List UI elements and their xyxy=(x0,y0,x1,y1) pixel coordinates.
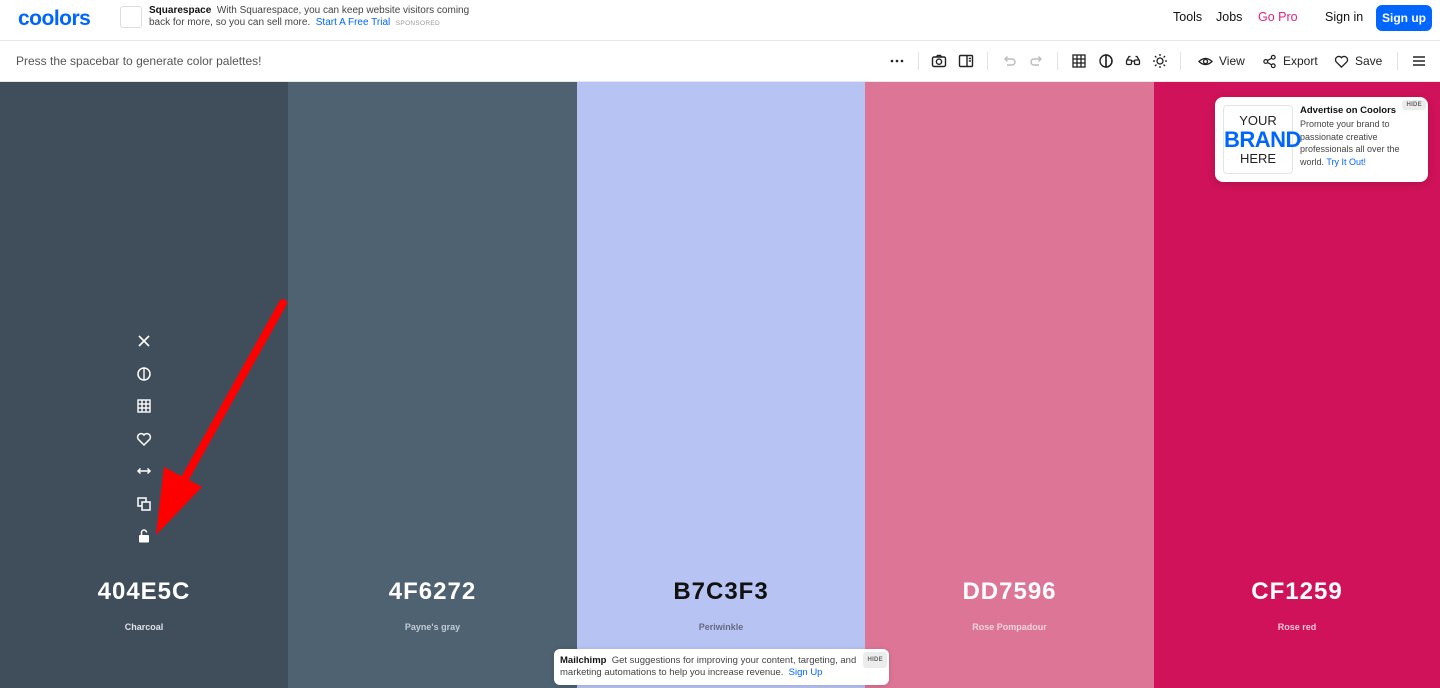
top-sponsored-ad[interactable]: Squarespace With Squarespace, you can ke… xyxy=(149,5,479,30)
ad-thumbnail[interactable] xyxy=(120,6,142,28)
sign-up-button[interactable]: Sign up xyxy=(1376,5,1432,31)
try-it-out-link[interactable]: Try It Out! xyxy=(1326,157,1366,167)
ad-brand: Squarespace xyxy=(149,5,212,16)
spacebar-hint: Press the spacebar to generate color pal… xyxy=(16,54,262,68)
undo-icon[interactable] xyxy=(1001,53,1017,69)
your-brand-image: YOUR BRAND HERE xyxy=(1223,105,1301,174)
color-hex[interactable]: 4F6272 xyxy=(288,578,577,606)
color-name[interactable]: Payne's gray xyxy=(288,622,577,632)
view-button[interactable]: View xyxy=(1198,53,1245,69)
color-name[interactable]: Periwinkle xyxy=(577,622,865,632)
view-label: View xyxy=(1219,54,1245,68)
toolbar-divider xyxy=(1397,52,1398,70)
eye-icon xyxy=(1198,54,1213,69)
brand-line-1: YOUR xyxy=(1239,113,1277,128)
bottom-ad-brand: Mailchimp xyxy=(560,655,607,666)
top-navbar: coolors Squarespace With Squarespace, yo… xyxy=(0,0,1440,41)
brand-line-2: BRAND xyxy=(1224,127,1301,152)
toolbar-divider xyxy=(987,52,988,70)
share-icon xyxy=(1262,54,1277,69)
save-button[interactable]: Save xyxy=(1334,53,1382,69)
close-icon[interactable] xyxy=(135,332,153,350)
column-tools xyxy=(135,332,153,560)
glasses-icon[interactable] xyxy=(1125,53,1141,69)
more-icon[interactable] xyxy=(889,53,905,69)
heart-icon xyxy=(1334,54,1349,69)
ad-card-description: Promote your brand to passionate creativ… xyxy=(1300,118,1422,168)
toolbar-divider xyxy=(1057,52,1058,70)
hide-ad-button[interactable]: HIDE xyxy=(1402,100,1426,110)
copy-icon[interactable] xyxy=(135,495,153,513)
nav-go-pro[interactable]: Go Pro xyxy=(1258,10,1298,24)
ad-card-title: Advertise on Coolors xyxy=(1300,105,1397,116)
advertise-card[interactable]: YOUR BRAND HERE Advertise on Coolors Pro… xyxy=(1215,97,1428,182)
bottom-ad-signup-link[interactable]: Sign Up xyxy=(789,667,823,678)
grid-icon[interactable] xyxy=(135,397,153,415)
generator-toolbar: Press the spacebar to generate color pal… xyxy=(0,41,1440,82)
coolors-logo[interactable]: coolors xyxy=(18,7,91,31)
color-hex[interactable]: DD7596 xyxy=(865,578,1154,606)
nav-jobs[interactable]: Jobs xyxy=(1216,10,1242,24)
color-column[interactable]: B7C3F3 Periwinkle xyxy=(577,82,865,688)
sign-in-link[interactable]: Sign in xyxy=(1325,10,1363,24)
menu-icon[interactable] xyxy=(1411,53,1427,69)
color-hex[interactable]: 404E5C xyxy=(0,578,288,606)
lock-icon[interactable] xyxy=(135,527,153,545)
color-hex[interactable]: B7C3F3 xyxy=(577,578,865,606)
grid-icon[interactable] xyxy=(1071,53,1087,69)
toolbar-divider xyxy=(918,52,919,70)
sun-icon[interactable] xyxy=(1152,53,1168,69)
sidebar-icon[interactable] xyxy=(958,53,974,69)
toolbar-divider xyxy=(1180,52,1181,70)
ad-cta-link[interactable]: Start A Free Trial xyxy=(316,17,390,28)
bottom-ad-banner[interactable]: Mailchimp Get suggestions for improving … xyxy=(554,649,889,685)
color-name[interactable]: Rose red xyxy=(1154,622,1440,632)
color-name[interactable]: Rose Pompadour xyxy=(865,622,1154,632)
export-label: Export xyxy=(1283,54,1318,68)
drag-icon[interactable] xyxy=(135,462,153,480)
hide-bottom-ad-button[interactable]: HIDE xyxy=(863,652,887,668)
contrast-icon[interactable] xyxy=(135,365,153,383)
camera-icon[interactable] xyxy=(931,53,947,69)
contrast-icon[interactable] xyxy=(1098,53,1114,69)
color-hex[interactable]: CF1259 xyxy=(1154,578,1440,606)
save-label: Save xyxy=(1355,54,1383,68)
color-column[interactable]: 4F6272 Payne's gray xyxy=(288,82,577,688)
color-column[interactable]: 404E5C Charcoal xyxy=(0,82,288,688)
sponsored-label: SPONSORED xyxy=(395,20,441,27)
nav-tools[interactable]: Tools xyxy=(1173,10,1202,24)
redo-icon[interactable] xyxy=(1029,53,1045,69)
heart-icon[interactable] xyxy=(135,430,153,448)
color-name[interactable]: Charcoal xyxy=(0,622,288,632)
brand-line-3: HERE xyxy=(1239,151,1277,166)
export-button[interactable]: Export xyxy=(1262,53,1318,69)
color-column[interactable]: DD7596 Rose Pompadour xyxy=(865,82,1154,688)
